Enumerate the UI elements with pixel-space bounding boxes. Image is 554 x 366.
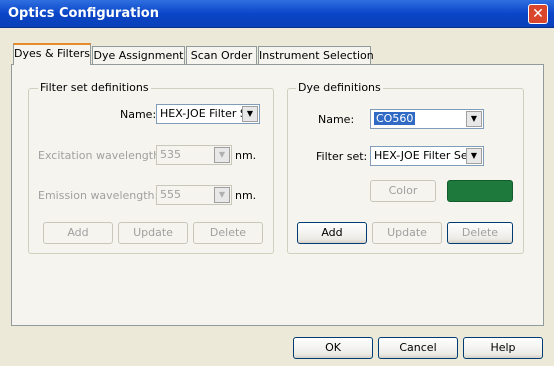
emission-value: 555 bbox=[160, 188, 181, 201]
filter-name-label: Name: bbox=[120, 108, 157, 121]
excitation-unit: nm. bbox=[235, 149, 257, 162]
dye-update-button[interactable]: Update bbox=[372, 222, 442, 244]
dye-name-value: CO560 bbox=[374, 112, 416, 125]
color-button[interactable]: Color bbox=[370, 180, 436, 202]
tab-dye-assignment[interactable]: Dye Assignment bbox=[92, 46, 185, 65]
emission-unit: nm. bbox=[235, 189, 257, 202]
excitation-label: Excitation wavelength: bbox=[38, 149, 164, 162]
emission-combo[interactable]: 555 ▼ bbox=[156, 185, 232, 205]
dye-add-button[interactable]: Add bbox=[297, 222, 367, 244]
excitation-combo[interactable]: 535 ▼ bbox=[156, 145, 232, 165]
color-swatch[interactable] bbox=[447, 180, 513, 202]
title-bar: Optics Configuration ✕ bbox=[0, 0, 554, 28]
dye-name-combo[interactable]: CO560 ▼ bbox=[370, 109, 484, 129]
filter-update-button[interactable]: Update bbox=[118, 222, 188, 244]
cancel-button[interactable]: Cancel bbox=[378, 337, 458, 359]
help-button[interactable]: Help bbox=[463, 337, 543, 359]
dye-filter-set-combo[interactable]: HEX-JOE Filter Se ▼ bbox=[370, 146, 484, 166]
tab-instrument-selection[interactable]: Instrument Selection bbox=[258, 46, 374, 65]
dye-name-label: Name: bbox=[318, 113, 355, 126]
dye-filter-set-value: HEX-JOE Filter Se bbox=[374, 149, 468, 162]
chevron-down-icon[interactable]: ▼ bbox=[242, 106, 258, 122]
filter-name-value: HEX-JOE Filter S bbox=[160, 107, 247, 120]
chevron-down-icon[interactable]: ▼ bbox=[466, 148, 482, 164]
optics-configuration-dialog: Optics Configuration ✕ Dyes & Filters Dy… bbox=[0, 0, 554, 366]
window-title: Optics Configuration bbox=[8, 6, 159, 21]
close-button[interactable]: ✕ bbox=[528, 4, 548, 24]
excitation-value: 535 bbox=[160, 148, 181, 161]
dye-delete-button[interactable]: Delete bbox=[447, 222, 513, 244]
chevron-down-icon[interactable]: ▼ bbox=[214, 147, 230, 163]
filter-add-button[interactable]: Add bbox=[43, 222, 113, 244]
filter-name-combo[interactable]: HEX-JOE Filter S ▼ bbox=[156, 104, 260, 124]
emission-label: Emission wavelength: bbox=[38, 189, 159, 202]
tab-dyes-filters[interactable]: Dyes & Filters bbox=[13, 43, 91, 65]
dye-filter-set-label: Filter set: bbox=[316, 150, 368, 163]
dye-group-label: Dye definitions bbox=[296, 81, 383, 94]
ok-button[interactable]: OK bbox=[293, 337, 373, 359]
tab-scan-order[interactable]: Scan Order bbox=[186, 46, 257, 65]
chevron-down-icon[interactable]: ▼ bbox=[466, 111, 482, 127]
chevron-down-icon[interactable]: ▼ bbox=[214, 187, 230, 203]
filter-delete-button[interactable]: Delete bbox=[193, 222, 263, 244]
filter-set-group-label: Filter set definitions bbox=[38, 81, 151, 94]
